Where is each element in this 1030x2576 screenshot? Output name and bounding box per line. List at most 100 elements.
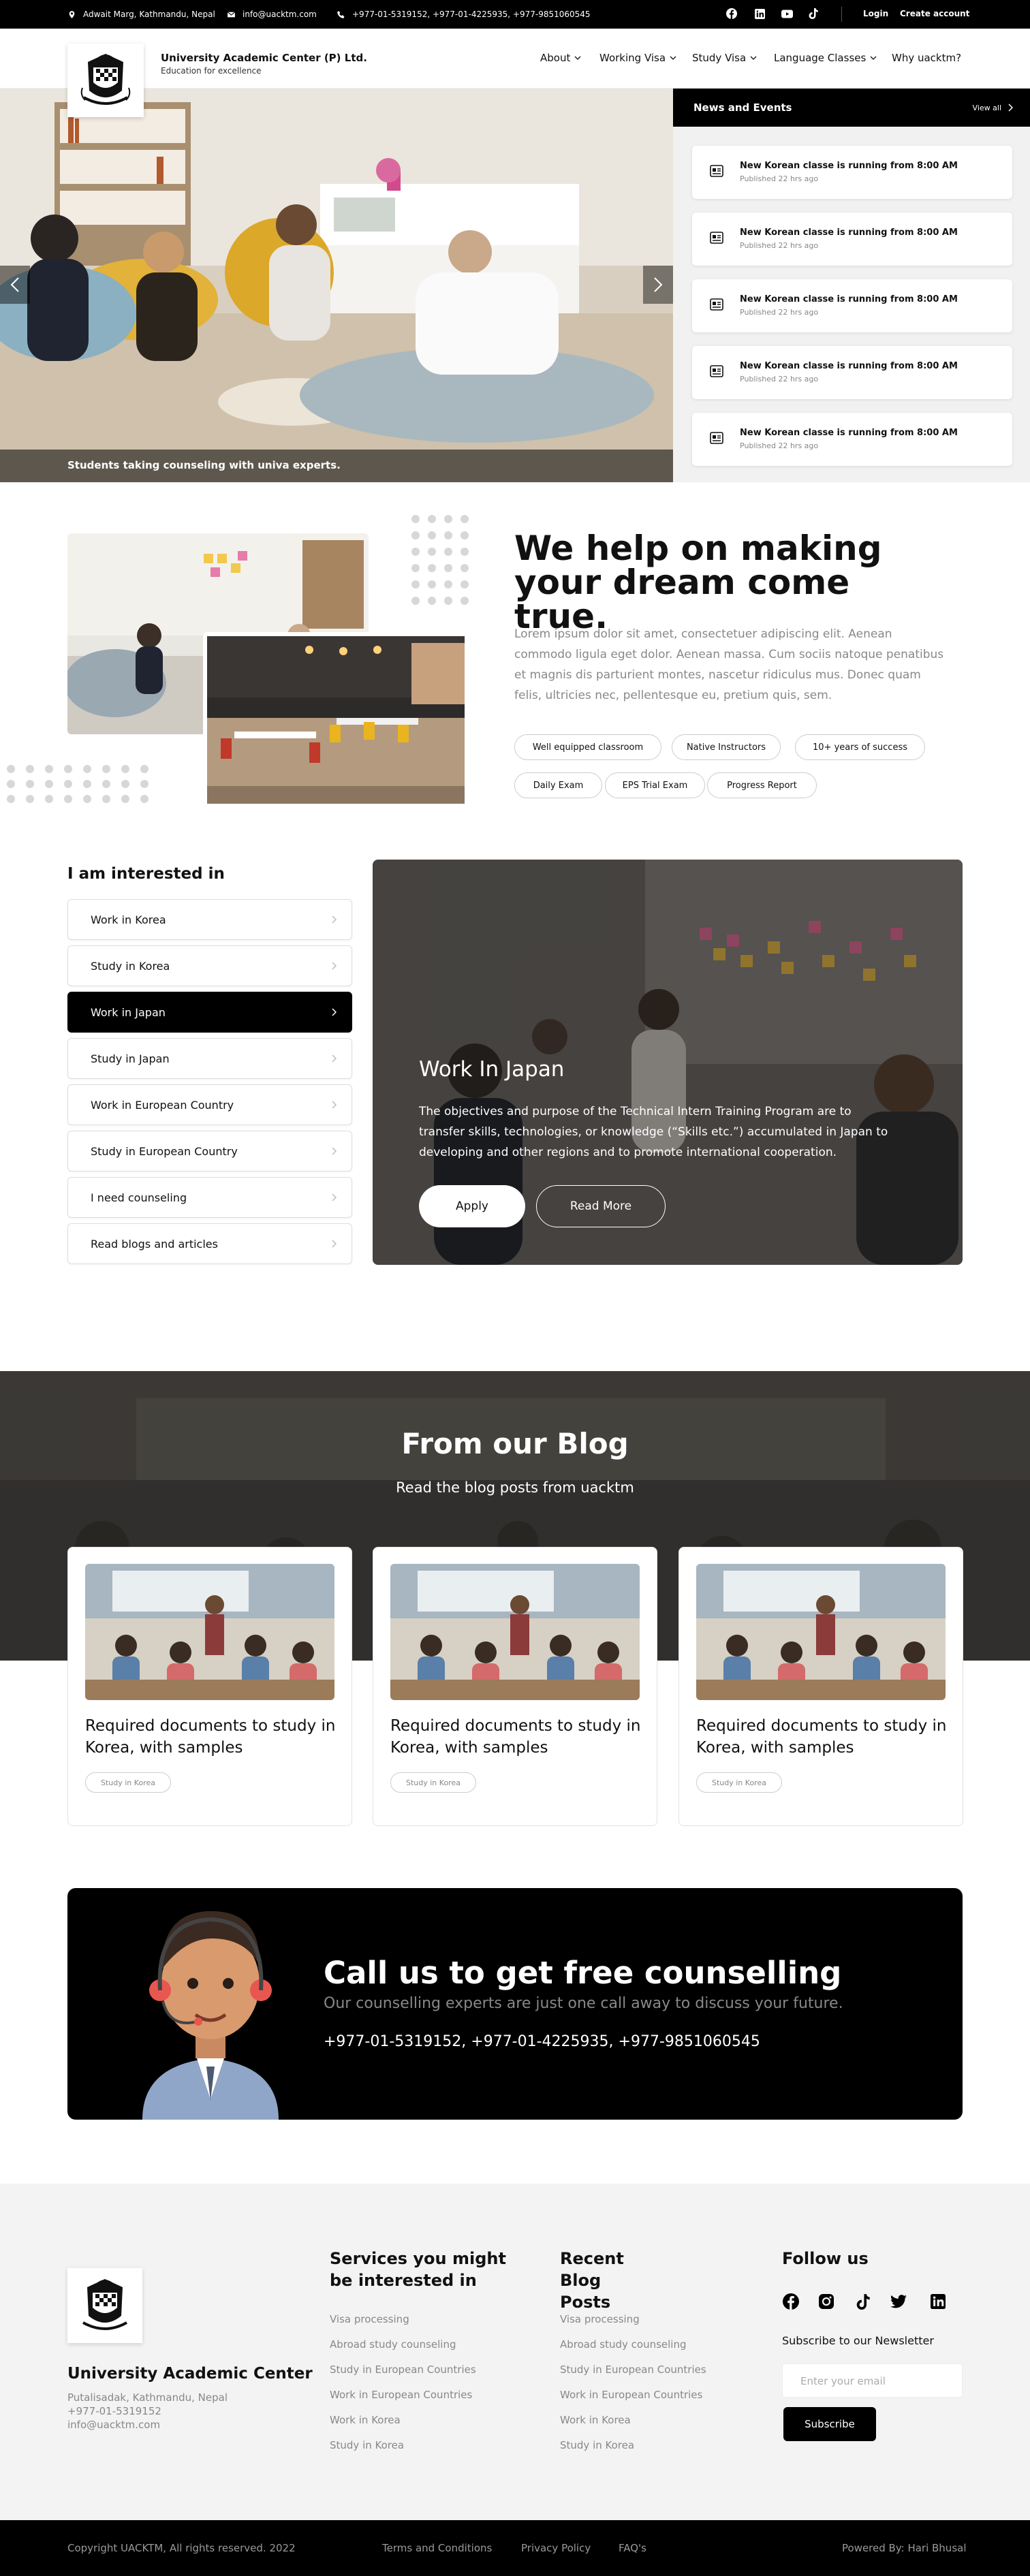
chevron-right-icon <box>332 1054 337 1063</box>
interest-item-read-blogs[interactable]: Read blogs and articles <box>67 1223 352 1264</box>
blog-card-image[interactable] <box>696 1564 946 1700</box>
newsletter-label: Subscribe to our Newsletter <box>782 2334 934 2347</box>
apply-button[interactable]: Apply <box>419 1185 525 1227</box>
interest-item-label[interactable]: Work in European Country <box>91 1099 234 1112</box>
brand-tagline: Education for excellence <box>161 66 262 76</box>
interest-item-label[interactable]: Study in Japan <box>91 1052 170 1065</box>
footer-tiktok-link[interactable] <box>854 2293 872 2310</box>
footer-recent-link[interactable]: Visa processing <box>560 2313 640 2325</box>
subscribe-button[interactable]: Subscribe <box>783 2407 876 2441</box>
nav-study-visa[interactable]: Study Visa <box>692 52 757 64</box>
news-icon <box>710 165 723 177</box>
interest-item-label[interactable]: Study in Korea <box>91 960 170 973</box>
interest-item-label[interactable]: Read blogs and articles <box>91 1238 218 1251</box>
cta-phones[interactable]: +977-01-5319152, +977-01-4225935, +977-9… <box>324 2033 760 2050</box>
interest-heading: I am interested in <box>67 865 225 883</box>
news-item[interactable]: New Korean classe is running from 8:00 A… <box>692 413 1012 466</box>
blog-card-tag[interactable]: Study in Korea <box>85 1772 171 1793</box>
nav-language-classes[interactable]: Language Classes <box>774 52 877 64</box>
view-all-link[interactable]: View all <box>973 104 1013 112</box>
news-item-title[interactable]: New Korean classe is running from 8:00 A… <box>740 361 958 371</box>
footer-recent-link[interactable]: Work in Korea <box>560 2414 631 2426</box>
facebook-link[interactable] <box>725 7 738 20</box>
nav-language-classes-label[interactable]: Language Classes <box>774 52 866 64</box>
footer-recent-link[interactable]: Abroad study counseling <box>560 2338 687 2351</box>
blog-card-tag[interactable]: Study in Korea <box>390 1772 476 1793</box>
footer-service-link[interactable]: Work in Korea <box>330 2414 401 2426</box>
interest-item-work-in-korea[interactable]: Work in Korea <box>67 899 352 940</box>
footer-linkedin-link[interactable] <box>929 2293 947 2310</box>
nav-about-label[interactable]: About <box>540 52 570 64</box>
blog-card-title[interactable]: Required documents to study in Korea, wi… <box>696 1715 948 1759</box>
faq-link[interactable]: FAQ's <box>619 2542 646 2554</box>
privacy-link[interactable]: Privacy Policy <box>521 2542 591 2554</box>
footer-twitter-link[interactable] <box>890 2293 907 2310</box>
chevron-right-icon <box>332 962 337 970</box>
newsletter-email-input[interactable]: Enter your email <box>782 2363 963 2398</box>
read-more-button[interactable]: Read More <box>536 1185 666 1227</box>
blog-card[interactable]: Required documents to study in Korea, wi… <box>67 1547 352 1826</box>
footer-recent-link[interactable]: Study in European Countries <box>560 2363 706 2376</box>
footer-service-link[interactable]: Work in European Countries <box>330 2389 472 2401</box>
blog-card-title[interactable]: Required documents to study in Korea, wi… <box>390 1715 642 1759</box>
footer-logo[interactable] <box>67 2268 142 2343</box>
phone-text[interactable]: +977-01-5319152, +977-01-4225935, +977-9… <box>352 10 591 19</box>
interest-item-study-in-european-country[interactable]: Study in European Country <box>67 1131 352 1172</box>
blog-card-image[interactable] <box>85 1564 334 1700</box>
feature-pill: Native Instructors <box>672 734 781 760</box>
nav-about[interactable]: About <box>540 52 581 64</box>
email-text[interactable]: info@uacktm.com <box>243 10 317 19</box>
news-item[interactable]: New Korean classe is running from 8:00 A… <box>692 146 1012 199</box>
footer-recent-link[interactable]: Work in European Countries <box>560 2389 702 2401</box>
interest-item-label[interactable]: Study in European Country <box>91 1145 238 1158</box>
email-info[interactable]: info@uacktm.com <box>227 10 317 19</box>
footer-instagram-link[interactable] <box>817 2293 835 2310</box>
interest-item-need-counseling[interactable]: I need counseling <box>67 1177 352 1218</box>
news-item-title[interactable]: New Korean classe is running from 8:00 A… <box>740 227 958 238</box>
interest-item-study-in-japan[interactable]: Study in Japan <box>67 1038 352 1079</box>
linkedin-link[interactable] <box>753 7 766 20</box>
footer-service-link[interactable]: Visa processing <box>330 2313 409 2325</box>
news-item[interactable]: New Korean classe is running from 8:00 A… <box>692 346 1012 399</box>
interest-item-study-in-korea[interactable]: Study in Korea <box>67 945 352 986</box>
blog-card[interactable]: Required documents to study in Korea, wi… <box>678 1547 963 1826</box>
blog-card-tag[interactable]: Study in Korea <box>696 1772 782 1793</box>
footer-service-link[interactable]: Abroad study counseling <box>330 2338 456 2351</box>
blog-card-image[interactable] <box>390 1564 640 1700</box>
youtube-link[interactable] <box>780 7 794 20</box>
news-item-title[interactable]: New Korean classe is running from 8:00 A… <box>740 294 958 304</box>
footer-service-link[interactable]: Study in European Countries <box>330 2363 476 2376</box>
nav-why-uacktm-label[interactable]: Why uacktm? <box>892 52 961 64</box>
login-link[interactable]: Login <box>863 9 888 18</box>
interest-item-label[interactable]: Work in Japan <box>91 1006 166 1019</box>
interest-item-label[interactable]: I need counseling <box>91 1191 187 1204</box>
footer-service-link[interactable]: Study in Korea <box>330 2439 404 2451</box>
interest-item-work-in-japan[interactable]: Work in Japan <box>67 992 352 1033</box>
blog-card-title[interactable]: Required documents to study in Korea, wi… <box>85 1715 337 1759</box>
chevron-down-icon <box>750 56 757 60</box>
footer-phone[interactable]: +977-01-5319152 <box>67 2404 228 2418</box>
footer-recent-link[interactable]: Study in Korea <box>560 2439 634 2451</box>
view-all-label[interactable]: View all <box>973 104 1001 112</box>
blog-card[interactable]: Required documents to study in Korea, wi… <box>373 1547 657 1826</box>
nav-study-visa-label[interactable]: Study Visa <box>692 52 746 64</box>
nav-working-visa-label[interactable]: Working Visa <box>599 52 666 64</box>
nav-working-visa[interactable]: Working Visa <box>599 52 676 64</box>
news-item-title[interactable]: New Korean classe is running from 8:00 A… <box>740 161 958 171</box>
news-item-title[interactable]: New Korean classe is running from 8:00 A… <box>740 428 958 438</box>
logo[interactable] <box>67 44 144 117</box>
footer-email[interactable]: info@uacktm.com <box>67 2418 228 2432</box>
terms-link[interactable]: Terms and Conditions <box>382 2542 492 2554</box>
interest-item-label[interactable]: Work in Korea <box>91 913 166 926</box>
news-item[interactable]: New Korean classe is running from 8:00 A… <box>692 213 1012 266</box>
news-item[interactable]: New Korean classe is running from 8:00 A… <box>692 279 1012 332</box>
interest-item-work-in-european-country[interactable]: Work in European Country <box>67 1084 352 1125</box>
crest-logo-icon <box>82 2279 127 2330</box>
create-account-link[interactable]: Create account <box>900 9 969 18</box>
phone-info[interactable]: +977-01-5319152, +977-01-4225935, +977-9… <box>337 10 591 19</box>
hero-prev-button[interactable] <box>0 266 30 304</box>
footer-facebook-link[interactable] <box>782 2293 800 2310</box>
nav-why-uacktm[interactable]: Why uacktm? <box>892 52 961 64</box>
hero-next-button[interactable] <box>643 266 673 304</box>
tiktok-link[interactable] <box>807 7 820 20</box>
